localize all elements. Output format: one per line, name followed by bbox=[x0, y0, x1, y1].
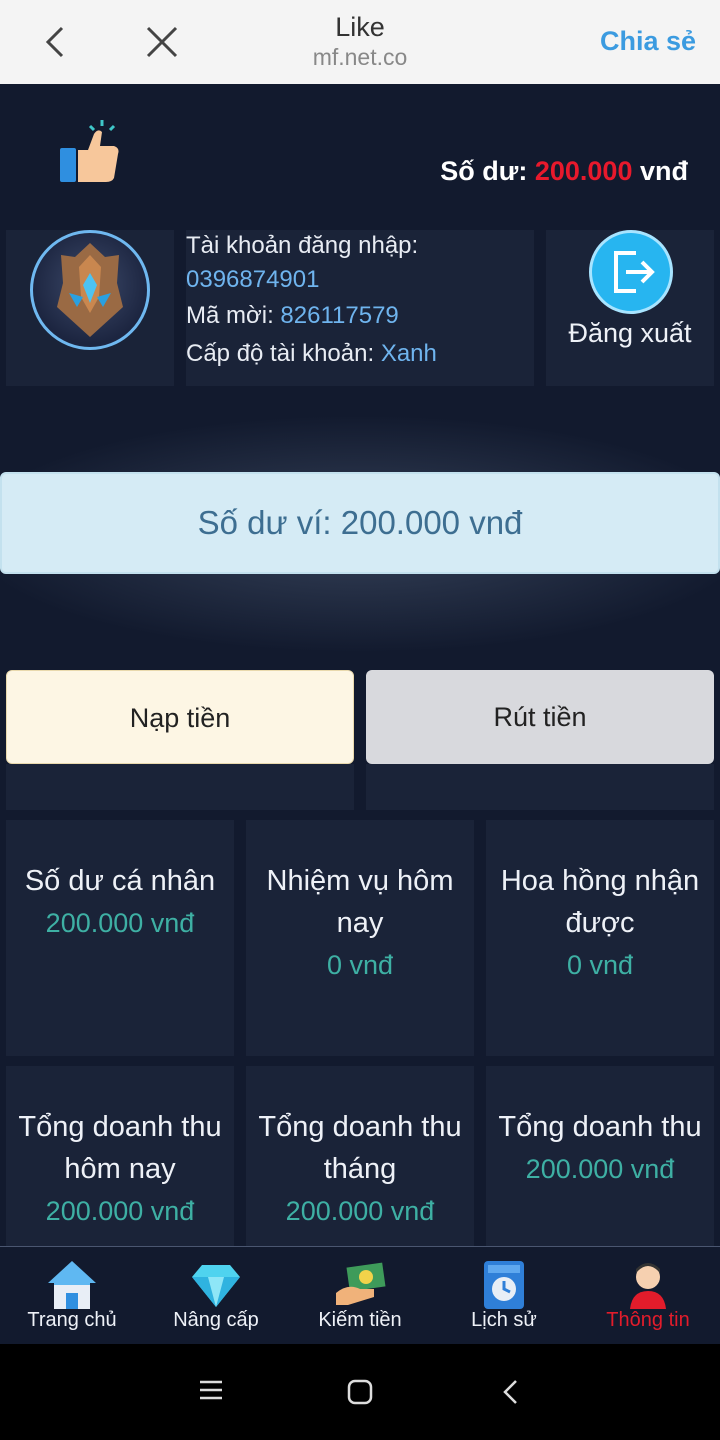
nav-label: Nâng cấp bbox=[173, 1309, 259, 1331]
stat-label: Tổng doanh thu tháng bbox=[258, 1111, 462, 1185]
thumbs-up-icon bbox=[60, 120, 119, 182]
profile-icon bbox=[630, 1263, 666, 1309]
logout-icon[interactable] bbox=[589, 230, 673, 314]
stat-value: 200.000 vnđ bbox=[525, 1154, 675, 1184]
bottom-navigation: Trang chủ Nâng cấp Kiếm tiền Lịch sử Thô… bbox=[0, 1246, 720, 1344]
money-icon bbox=[336, 1262, 386, 1305]
logout-label: Đăng xuất bbox=[568, 318, 692, 348]
stat-value: 200.000 vnđ bbox=[285, 1196, 435, 1226]
system-nav-bar bbox=[0, 1344, 720, 1440]
nav-item-upgrade[interactable]: Nâng cấp bbox=[144, 1247, 288, 1345]
home-circle-icon[interactable] bbox=[346, 1378, 374, 1406]
avatar-card bbox=[6, 230, 174, 386]
logout-button[interactable]: Đăng xuất bbox=[546, 230, 714, 386]
login-label: Tài khoản đăng nhập: bbox=[186, 232, 419, 259]
diamond-icon bbox=[192, 1265, 240, 1307]
stat-value: 0 vnđ bbox=[326, 950, 394, 980]
withdraw-underlay bbox=[366, 764, 714, 810]
stat-label: Tổng doanh thu bbox=[498, 1111, 702, 1143]
stat-personal-balance: Số dư cá nhân 200.000 vnđ bbox=[6, 820, 234, 1056]
stat-today-tasks: Nhiệm vụ hôm nay 0 vnđ bbox=[246, 820, 474, 1056]
nav-item-profile[interactable]: Thông tin bbox=[576, 1247, 720, 1345]
browser-top-bar: Like mf.net.co Chia sẻ bbox=[0, 0, 720, 84]
stat-label: Hoa hồng nhận được bbox=[500, 865, 700, 939]
stat-revenue-total: Tổng doanh thu 200.000 vnđ bbox=[486, 1066, 714, 1246]
rank-helmet-icon bbox=[57, 243, 123, 337]
stat-commission: Hoa hồng nhận được 0 vnđ bbox=[486, 820, 714, 1056]
nav-label: Kiếm tiền bbox=[318, 1309, 402, 1331]
invite-label: Mã mời: bbox=[186, 302, 274, 329]
home-icon bbox=[48, 1261, 96, 1309]
account-info-card: Tài khoản đăng nhập: 0396874901 Mã mời: … bbox=[186, 230, 534, 386]
nav-label: Lịch sử bbox=[471, 1309, 537, 1331]
stat-label: Số dư cá nhân bbox=[24, 865, 216, 897]
login-value: 0396874901 bbox=[186, 266, 320, 293]
nav-item-history[interactable]: Lịch sử bbox=[432, 1247, 576, 1345]
stat-revenue-month: Tổng doanh thu tháng 200.000 vnđ bbox=[246, 1066, 474, 1246]
stat-label: Tổng doanh thu hôm nay bbox=[18, 1111, 222, 1185]
level-value: Xanh bbox=[380, 340, 437, 367]
nav-label: Thông tin bbox=[606, 1309, 690, 1331]
nav-label: Trang chủ bbox=[27, 1309, 117, 1331]
recent-apps-icon[interactable] bbox=[198, 1378, 224, 1402]
invite-row: Mã mời: 826117579 bbox=[186, 302, 399, 330]
level-row: Cấp độ tài khoản: Xanh bbox=[186, 340, 437, 368]
stat-label: Nhiệm vụ hôm nay bbox=[266, 865, 454, 939]
stat-value: 200.000 vnđ bbox=[45, 908, 195, 938]
balance-label: Số dư: bbox=[440, 156, 528, 186]
level-label: Cấp độ tài khoản: bbox=[186, 340, 375, 367]
stat-revenue-today: Tổng doanh thu hôm nay 200.000 vnđ bbox=[6, 1066, 234, 1246]
share-button[interactable]: Chia sẻ bbox=[600, 26, 696, 57]
withdraw-button[interactable]: Rút tiền bbox=[366, 670, 714, 764]
stat-value: 0 vnđ bbox=[566, 950, 634, 980]
history-icon bbox=[484, 1261, 524, 1309]
deposit-underlay bbox=[6, 764, 354, 810]
system-back-icon[interactable] bbox=[500, 1378, 522, 1406]
invite-value: 826117579 bbox=[280, 302, 399, 329]
main-content: Số dư: 200.000 vnđ Tài khoản đăng nhập: … bbox=[0, 84, 720, 1246]
avatar bbox=[30, 230, 150, 350]
nav-item-earn[interactable]: Kiếm tiền bbox=[288, 1247, 432, 1345]
balance-unit: vnđ bbox=[639, 156, 688, 186]
nav-item-home[interactable]: Trang chủ bbox=[0, 1247, 144, 1345]
deposit-button[interactable]: Nạp tiền bbox=[6, 670, 354, 764]
header-balance: Số dư: 200.000 vnđ bbox=[440, 156, 688, 187]
stat-value: 200.000 vnđ bbox=[45, 1196, 195, 1226]
wallet-balance: Số dư ví: 200.000 vnđ bbox=[0, 472, 720, 574]
balance-amount: 200.000 bbox=[534, 156, 633, 186]
